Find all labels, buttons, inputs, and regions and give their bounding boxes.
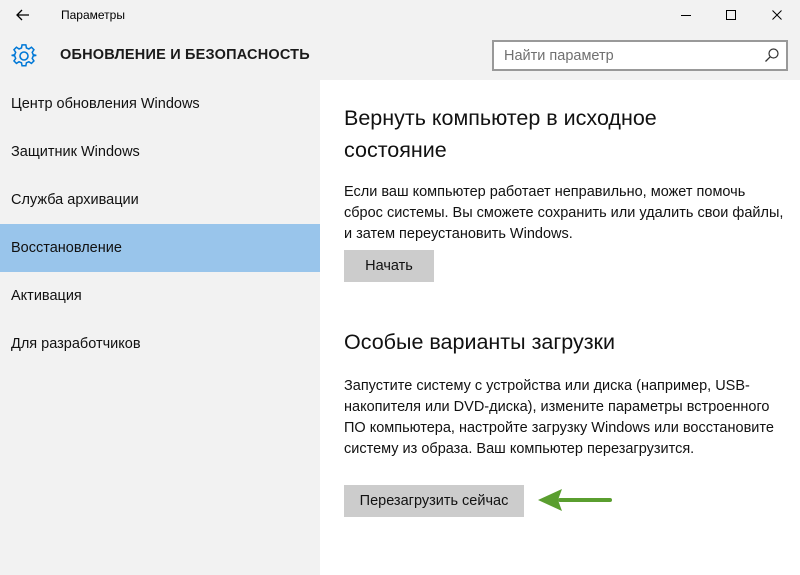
sidebar-item-label: Защитник Windows xyxy=(11,144,140,160)
sidebar-item-label: Центр обновления Windows xyxy=(11,96,200,112)
search-icon[interactable] xyxy=(764,47,780,63)
sidebar-item-activation[interactable]: Активация xyxy=(0,272,320,320)
gear-icon xyxy=(11,44,37,67)
page-header: ОБНОВЛЕНИЕ И БЕЗОПАСНОСТЬ xyxy=(0,32,800,80)
restart-now-button[interactable]: Перезагрузить сейчас xyxy=(344,485,524,517)
sidebar-item-backup[interactable]: Служба архивации xyxy=(0,176,320,224)
sidebar-item-recovery[interactable]: Восстановление xyxy=(0,224,320,272)
sidebar-item-windows-update[interactable]: Центр обновления Windows xyxy=(0,80,320,128)
sidebar: Центр обновления Windows Защитник Window… xyxy=(0,80,320,575)
sidebar-item-label: Служба архивации xyxy=(11,192,139,208)
start-button[interactable]: Начать xyxy=(344,250,434,282)
title-bar: Параметры xyxy=(0,0,800,32)
advanced-startup-title: Особые варианты загрузки xyxy=(344,330,615,354)
sidebar-item-label: Восстановление xyxy=(11,240,122,256)
back-button[interactable] xyxy=(8,2,38,28)
window-title: Параметры xyxy=(61,8,125,22)
sidebar-item-windows-defender[interactable]: Защитник Windows xyxy=(0,128,320,176)
reset-title-line1: Вернуть компьютер в исходное xyxy=(344,106,657,130)
arrow-left-annotation xyxy=(538,489,612,511)
minimize-icon xyxy=(681,15,691,16)
reset-description: Если ваш компьютер работает неправильно,… xyxy=(344,184,784,242)
maximize-icon xyxy=(726,10,736,20)
sidebar-item-label: Для разработчиков xyxy=(11,336,141,352)
sidebar-item-developers[interactable]: Для разработчиков xyxy=(0,320,320,368)
search-box[interactable] xyxy=(492,40,788,71)
maximize-button[interactable] xyxy=(708,0,754,30)
section-title: ОБНОВЛЕНИЕ И БЕЗОПАСНОСТЬ xyxy=(60,47,310,63)
sidebar-item-label: Активация xyxy=(11,288,82,304)
minimize-button[interactable] xyxy=(663,0,709,30)
close-button[interactable] xyxy=(754,0,800,30)
reset-title-line2: состояние xyxy=(344,138,447,162)
advanced-startup-description: Запустите систему с устройства или диска… xyxy=(344,378,774,457)
search-input[interactable] xyxy=(494,42,756,69)
arrow-left-icon xyxy=(16,9,29,21)
close-icon xyxy=(772,10,782,20)
